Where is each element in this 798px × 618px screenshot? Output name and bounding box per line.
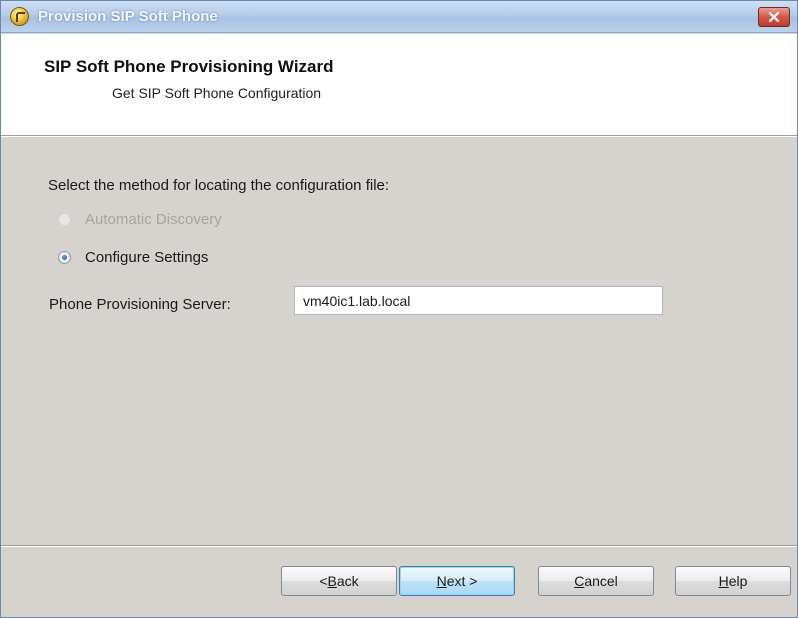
back-button[interactable]: < Back bbox=[281, 566, 397, 596]
footer-divider bbox=[1, 545, 797, 547]
help-button[interactable]: Help bbox=[675, 566, 791, 596]
window-title: Provision SIP Soft Phone bbox=[38, 8, 218, 25]
wizard-header: SIP Soft Phone Provisioning Wizard Get S… bbox=[1, 34, 797, 135]
provisioning-server-input[interactable] bbox=[294, 286, 663, 315]
wizard-subtitle: Get SIP Soft Phone Configuration bbox=[112, 85, 322, 101]
provision-dialog: Provision SIP Soft Phone SIP Soft Phone … bbox=[0, 0, 798, 618]
automatic-discovery-label: Automatic Discovery bbox=[85, 210, 222, 228]
header-divider bbox=[1, 135, 797, 137]
next-button[interactable]: Next > bbox=[399, 566, 515, 596]
configure-settings-radio[interactable] bbox=[58, 250, 71, 264]
method-prompt: Select the method for locating the confi… bbox=[48, 177, 390, 194]
automatic-discovery-radio bbox=[58, 212, 71, 226]
automatic-discovery-option: Automatic Discovery bbox=[58, 209, 222, 229]
provisioning-server-label: Phone Provisioning Server: bbox=[49, 296, 231, 313]
phone-app-icon bbox=[10, 7, 29, 26]
wizard-title: SIP Soft Phone Provisioning Wizard bbox=[44, 57, 334, 76]
configure-settings-option[interactable]: Configure Settings bbox=[58, 247, 208, 267]
cancel-button[interactable]: Cancel bbox=[538, 566, 654, 596]
close-icon bbox=[768, 11, 780, 23]
close-button[interactable] bbox=[758, 7, 790, 27]
title-bar[interactable]: Provision SIP Soft Phone bbox=[1, 1, 797, 33]
configure-settings-label[interactable]: Configure Settings bbox=[85, 249, 208, 266]
